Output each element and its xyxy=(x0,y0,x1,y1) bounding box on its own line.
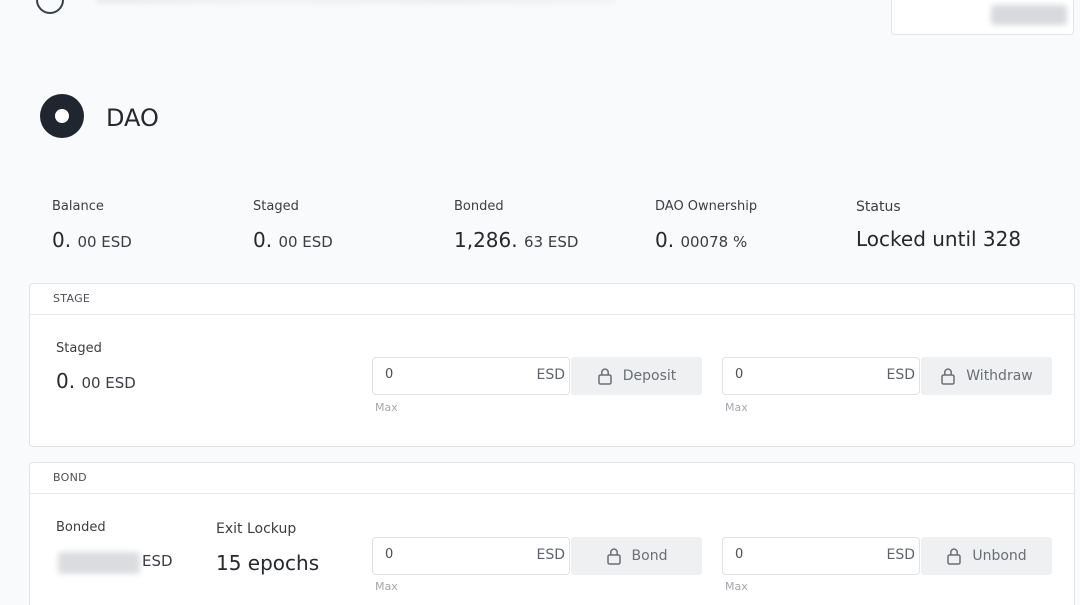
staged-value-int: 0. xyxy=(56,369,76,393)
deposit-button[interactable]: Deposit xyxy=(571,357,702,395)
stat-value: Locked until 328 xyxy=(856,227,1021,251)
bond-panel-header: BOND xyxy=(30,463,1074,494)
stat-label: Status xyxy=(856,199,901,215)
stat-value-int: 1,286. xyxy=(454,228,518,252)
page: DAO Balance 0. 00 ESD Staged 0. 00 ESD B… xyxy=(0,0,1080,605)
bond-button[interactable]: Bond xyxy=(571,537,702,575)
exit-lockup-value: 15 epochs xyxy=(216,551,320,575)
staged-value-dec: 00 ESD xyxy=(81,374,136,392)
lock-icon xyxy=(606,548,621,565)
withdraw-max-link[interactable]: Max xyxy=(725,401,748,414)
stat-bonded: Bonded 1,286. 63 ESD xyxy=(454,199,578,252)
stat-value: 0. 00078 % xyxy=(655,228,757,252)
unbond-input[interactable] xyxy=(735,547,855,562)
deposit-input-wrap: ESD xyxy=(372,357,570,395)
withdraw-unit: ESD xyxy=(886,367,915,383)
unbond-unit: ESD xyxy=(886,547,915,563)
app-logo-icon[interactable] xyxy=(36,0,64,14)
stat-value-dec: 63 ESD xyxy=(523,233,579,251)
stage-panel: STAGE Staged 0. 00 ESD ESD Max Deposit E… xyxy=(29,283,1075,447)
lock-icon xyxy=(947,548,962,565)
withdraw-button[interactable]: Withdraw xyxy=(921,357,1052,395)
deposit-unit: ESD xyxy=(536,367,565,383)
stat-value-dec: 00 ESD xyxy=(278,233,333,251)
unbond-max-link[interactable]: Max xyxy=(725,580,748,593)
bond-unit: ESD xyxy=(536,547,565,563)
stat-value-int: 0. xyxy=(253,228,273,252)
top-nav-blurred xyxy=(96,0,616,4)
stat-value: 1,286. 63 ESD xyxy=(454,228,578,252)
withdraw-button-label: Withdraw xyxy=(966,368,1033,384)
staged-label: Staged xyxy=(56,341,102,356)
stat-value: 0. 00 ESD xyxy=(253,228,333,252)
stat-value-dec: 00 ESD xyxy=(77,233,132,251)
bonded-label: Bonded xyxy=(56,520,106,535)
stat-label: DAO Ownership xyxy=(655,199,758,214)
staged-value: 0. 00 ESD xyxy=(56,369,136,393)
stat-status: Status Locked until 328 xyxy=(856,199,1021,251)
unbond-button-label: Unbond xyxy=(972,548,1027,564)
account-button[interactable] xyxy=(891,0,1074,35)
deposit-max-link[interactable]: Max xyxy=(375,401,398,414)
exit-lockup-label: Exit Lockup xyxy=(216,521,297,537)
unbond-input-wrap: ESD xyxy=(722,537,920,575)
page-title: DAO xyxy=(106,104,159,132)
stat-value-dec: 00078 % xyxy=(680,233,748,251)
stat-label: Bonded xyxy=(454,199,504,214)
stage-panel-header: STAGE xyxy=(30,284,1074,315)
stat-dao-ownership: DAO Ownership 0. 00078 % xyxy=(655,199,757,252)
bond-button-label: Bond xyxy=(631,548,668,564)
withdraw-input[interactable] xyxy=(735,367,855,382)
stat-value: 0. 00 ESD xyxy=(52,228,132,252)
bond-input[interactable] xyxy=(385,547,505,562)
lock-icon xyxy=(941,368,956,385)
lock-icon xyxy=(597,368,612,385)
bond-input-wrap: ESD xyxy=(372,537,570,575)
account-address-blurred xyxy=(991,5,1067,25)
stat-value-int: 0. xyxy=(52,228,72,252)
dao-logo-icon xyxy=(40,94,84,138)
deposit-button-label: Deposit xyxy=(622,368,677,384)
bond-max-link[interactable]: Max xyxy=(375,580,398,593)
deposit-input[interactable] xyxy=(385,367,505,382)
stat-staged: Staged 0. 00 ESD xyxy=(253,199,333,252)
unbond-button[interactable]: Unbond xyxy=(921,537,1052,575)
bond-panel: BOND Bonded ESD Exit Lockup 15 epochs ES… xyxy=(29,462,1075,605)
withdraw-input-wrap: ESD xyxy=(722,357,920,395)
stat-value-int: Locked until 328 xyxy=(856,227,1022,251)
bonded-unit: ESD xyxy=(142,552,173,570)
stat-balance: Balance 0. 00 ESD xyxy=(52,199,132,252)
stat-label: Staged xyxy=(253,199,299,214)
stat-label: Balance xyxy=(52,199,104,214)
stat-value-int: 0. xyxy=(655,228,675,252)
bonded-amount-blurred xyxy=(58,552,140,574)
